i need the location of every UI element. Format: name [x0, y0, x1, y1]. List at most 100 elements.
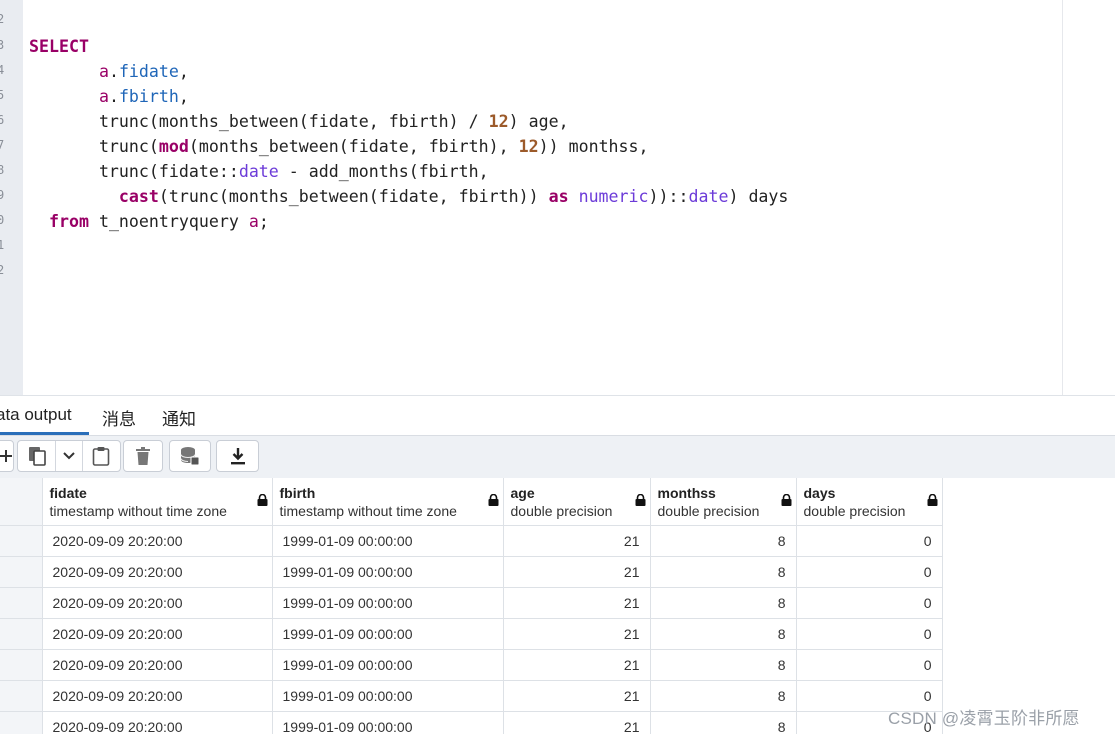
row-number-cell[interactable]: [0, 525, 43, 557]
download-icon: [230, 448, 245, 465]
table-cell-age[interactable]: 21: [503, 680, 651, 712]
table-cell-fbirth[interactable]: 1999-01-09 00:00:00: [272, 618, 504, 650]
column-type: timestamp without time zone: [49, 502, 227, 519]
table-cell-days[interactable]: 0: [796, 587, 943, 619]
column-name: days: [803, 484, 836, 501]
table-cell-fidate[interactable]: 2020-09-09 20:20:00: [42, 711, 273, 734]
lock-icon: [781, 494, 791, 506]
table-cell-fidate[interactable]: 2020-09-09 20:20:00: [42, 556, 273, 588]
download-button[interactable]: [216, 440, 259, 472]
column-type: double precision: [510, 502, 613, 519]
row-number-cell[interactable]: [0, 711, 43, 734]
table-cell-age[interactable]: 21: [503, 711, 651, 734]
table-cell-days[interactable]: 0: [796, 556, 943, 588]
table-row[interactable]: 2020-09-09 20:20:00 1999-01-09 00:00:00 21…: [0, 711, 943, 734]
table-cell-monthss[interactable]: 8: [650, 680, 797, 712]
save-data-button[interactable]: [169, 440, 211, 472]
add-row-button[interactable]: [0, 440, 14, 472]
code-line: trunc(mod(months_between(fidate, fbirth)…: [98, 137, 649, 156]
code-line: cast(trunc(months_between(fidate, fbirth…: [118, 187, 789, 206]
column-header-monthss[interactable]: monthss double precision: [650, 478, 797, 526]
column-name: age: [510, 484, 535, 501]
row-number-cell[interactable]: [0, 587, 43, 619]
line-number: 8: [0, 163, 5, 177]
row-number-cell[interactable]: [0, 618, 43, 650]
table-row[interactable]: 2020-09-09 20:20:00 1999-01-09 00:00:00 21…: [0, 556, 943, 588]
table-row[interactable]: 2020-09-09 20:20:00 1999-01-09 00:00:00 21…: [0, 618, 943, 650]
table-cell-age[interactable]: 21: [503, 525, 651, 557]
line-number: 6: [0, 113, 5, 127]
line-number: 2: [0, 263, 5, 277]
line-number: 1: [0, 238, 5, 252]
line-number-gutter: 2 3 4 5 6 7 8 9 0 1 2: [0, 0, 23, 395]
tab-notifications[interactable]: 通知: [162, 405, 196, 430]
table-cell-days[interactable]: 0: [796, 618, 943, 650]
table-cell-age[interactable]: 21: [503, 556, 651, 588]
copy-button[interactable]: [18, 441, 57, 471]
sql-editor[interactable]: 2 3 4 5 6 7 8 9 0 1 2 SELECT a.fidate, a…: [0, 0, 1115, 395]
column-type: timestamp without time zone: [279, 502, 457, 519]
table-cell-fidate[interactable]: 2020-09-09 20:20:00: [42, 525, 273, 557]
watermark: CSDN @凌霄玉阶非所愿: [888, 709, 1080, 728]
table-cell-fidate[interactable]: 2020-09-09 20:20:00: [42, 618, 273, 650]
editor-scrollbar-track[interactable]: [1062, 0, 1063, 395]
chevron-down-icon: [63, 452, 75, 460]
sql-code[interactable]: SELECT a.fidate, a.fbirth, trunc(months_…: [29, 34, 788, 234]
column-type: double precision: [803, 502, 906, 519]
code-line: trunc(months_between(fidate, fbirth) / 1…: [98, 112, 569, 131]
line-number: 7: [0, 138, 5, 152]
table-cell-monthss[interactable]: 8: [650, 556, 797, 588]
paste-button[interactable]: [83, 441, 120, 471]
table-cell-fbirth[interactable]: 1999-01-09 00:00:00: [272, 711, 504, 734]
line-number: 9: [0, 188, 5, 202]
table-cell-fbirth[interactable]: 1999-01-09 00:00:00: [272, 525, 504, 557]
column-header-fbirth[interactable]: fbirth timestamp without time zone: [272, 478, 504, 526]
line-number: 2: [0, 12, 5, 26]
delete-icon: [136, 447, 150, 465]
table-cell-fbirth[interactable]: 1999-01-09 00:00:00: [272, 680, 504, 712]
table-cell-days[interactable]: 0: [796, 525, 943, 557]
table-cell-fidate[interactable]: 2020-09-09 20:20:00: [42, 680, 273, 712]
row-number-cell[interactable]: [0, 680, 43, 712]
results-toolbar: [0, 435, 1115, 479]
tab-messages[interactable]: 消息: [102, 405, 136, 430]
table-row[interactable]: 2020-09-09 20:20:00 1999-01-09 00:00:00 21…: [0, 680, 943, 712]
line-number: 3: [0, 38, 5, 52]
header-row: fidate timestamp without time zone fbirt…: [0, 478, 943, 526]
row-number-cell[interactable]: [0, 649, 43, 681]
table-row[interactable]: 2020-09-09 20:20:00 1999-01-09 00:00:00 21…: [0, 649, 943, 681]
results-table: fidate timestamp without time zone fbirt…: [0, 478, 943, 734]
table-cell-monthss[interactable]: 8: [650, 618, 797, 650]
table-cell-fidate[interactable]: 2020-09-09 20:20:00: [42, 649, 273, 681]
table-cell-monthss[interactable]: 8: [650, 587, 797, 619]
column-header-days[interactable]: days double precision: [796, 478, 943, 526]
lock-icon: [635, 494, 645, 506]
paste-icon: [93, 447, 110, 466]
line-number: 0: [0, 213, 5, 227]
copy-options-dropdown[interactable]: [56, 441, 83, 471]
table-row[interactable]: 2020-09-09 20:20:00 1999-01-09 00:00:00 21…: [0, 587, 943, 619]
table-cell-age[interactable]: 21: [503, 649, 651, 681]
row-number-cell[interactable]: [0, 556, 43, 588]
table-cell-fbirth[interactable]: 1999-01-09 00:00:00: [272, 649, 504, 681]
table-cell-days[interactable]: 0: [796, 649, 943, 681]
table-row[interactable]: 2020-09-09 20:20:00 1999-01-09 00:00:00 21…: [0, 525, 943, 557]
table-cell-monthss[interactable]: 8: [650, 649, 797, 681]
row-number-header: [0, 478, 43, 526]
table-cell-monthss[interactable]: 8: [650, 525, 797, 557]
table-cell-age[interactable]: 21: [503, 618, 651, 650]
table-cell-monthss[interactable]: 8: [650, 711, 797, 734]
column-header-fidate[interactable]: fidate timestamp without time zone: [42, 478, 273, 526]
code-line: a.fbirth,: [98, 87, 189, 106]
tab-data-output[interactable]: ata output: [0, 405, 72, 425]
table-cell-age[interactable]: 21: [503, 587, 651, 619]
line-number: 4: [0, 63, 5, 77]
table-cell-fbirth[interactable]: 1999-01-09 00:00:00: [272, 556, 504, 588]
lock-icon: [927, 494, 937, 506]
delete-button[interactable]: [123, 440, 163, 472]
column-header-age[interactable]: age double precision: [503, 478, 651, 526]
column-type: double precision: [657, 502, 760, 519]
table-cell-fidate[interactable]: 2020-09-09 20:20:00: [42, 587, 273, 619]
table-cell-fbirth[interactable]: 1999-01-09 00:00:00: [272, 587, 504, 619]
copy-button-group[interactable]: [17, 440, 121, 472]
